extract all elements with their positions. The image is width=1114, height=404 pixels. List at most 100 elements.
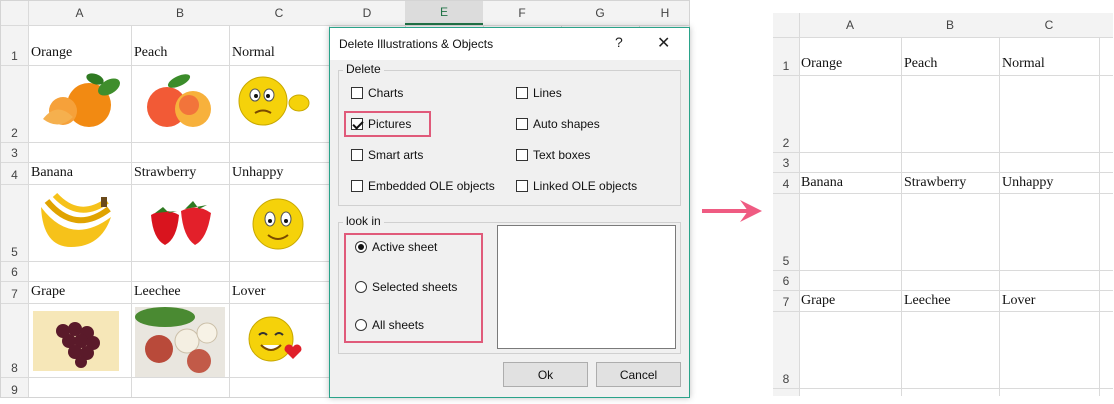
row-header-2[interactable]: 2 — [1, 65, 28, 142]
right-row-header-8[interactable]: 8 — [773, 311, 799, 388]
right-cell-c4[interactable]: Unhappy — [1002, 175, 1053, 191]
linked-ole-checkbox-box[interactable] — [516, 180, 528, 192]
right-column-header-a[interactable]: A — [799, 13, 901, 37]
charts-checkbox-box[interactable] — [351, 87, 363, 99]
embedded-ole-checkbox[interactable]: Embedded OLE objects — [351, 179, 495, 193]
row-header-6[interactable]: 6 — [1, 261, 28, 281]
lines-checkbox-box[interactable] — [516, 87, 528, 99]
cell-a7[interactable]: Grape — [31, 284, 65, 300]
right-cell-a1[interactable]: Orange — [801, 56, 842, 72]
leechee-picture[interactable] — [135, 307, 225, 377]
grape-picture[interactable] — [33, 311, 119, 371]
strawberry-picture[interactable] — [141, 197, 221, 249]
lover-smiley-picture[interactable] — [247, 315, 309, 369]
right-row-header-2[interactable]: 2 — [773, 75, 799, 152]
selected-sheets-radio-dot[interactable] — [355, 281, 367, 293]
cell-b7[interactable]: Leechee — [134, 284, 181, 300]
lines-checkbox[interactable]: Lines — [516, 86, 562, 100]
charts-label: Charts — [368, 86, 404, 100]
all-sheets-radio[interactable]: All sheets — [355, 318, 424, 332]
right-column-header-b[interactable]: B — [901, 13, 999, 37]
right-cell-b1[interactable]: Peach — [904, 56, 937, 72]
dialog-title-bar[interactable]: Delete Illustrations & Objects ? ✕ — [330, 28, 689, 60]
smart-arts-checkbox[interactable]: Smart arts — [351, 148, 423, 162]
row-header-4[interactable]: 4 — [1, 162, 28, 184]
column-header-d[interactable]: D — [329, 1, 405, 25]
column-header-b[interactable]: B — [131, 1, 229, 25]
cell-a1[interactable]: Orange — [31, 45, 72, 61]
row-header-1[interactable]: 1 — [1, 25, 28, 65]
result-arrow-icon — [702, 200, 762, 222]
right-cell-a7[interactable]: Grape — [801, 293, 835, 309]
column-header-c[interactable]: C — [229, 1, 329, 25]
right-row-header-4[interactable]: 4 — [773, 172, 799, 193]
auto-shapes-checkbox[interactable]: Auto shapes — [516, 117, 600, 131]
right-row-header-3[interactable]: 3 — [773, 152, 799, 172]
column-header-e[interactable]: E — [405, 1, 483, 25]
cell-c1[interactable]: Normal — [232, 45, 275, 61]
right-row-header-5[interactable]: 5 — [773, 193, 799, 270]
cell-b1[interactable]: Peach — [134, 45, 167, 61]
auto-shapes-label: Auto shapes — [533, 117, 600, 131]
embedded-ole-label: Embedded OLE objects — [368, 179, 495, 193]
ok-button[interactable]: Ok — [503, 362, 588, 387]
right-cell-c7[interactable]: Lover — [1002, 293, 1035, 309]
row-header-7[interactable]: 7 — [1, 281, 28, 303]
column-header-g[interactable]: G — [561, 1, 639, 25]
right-cell-b7[interactable]: Leechee — [904, 293, 951, 309]
active-sheet-radio-dot[interactable] — [355, 241, 367, 253]
cell-b4[interactable]: Strawberry — [134, 165, 196, 181]
cell-c7[interactable]: Lover — [232, 284, 265, 300]
right-cell-b4[interactable]: Strawberry — [904, 175, 966, 191]
close-icon[interactable]: ✕ — [657, 33, 670, 53]
selected-sheets-radio[interactable]: Selected sheets — [355, 280, 457, 294]
cancel-button[interactable]: Cancel — [596, 362, 681, 387]
auto-shapes-checkbox-box[interactable] — [516, 118, 528, 130]
text-boxes-checkbox[interactable]: Text boxes — [516, 148, 590, 162]
right-row-header-1[interactable]: 1 — [773, 37, 799, 75]
text-boxes-checkbox-box[interactable] — [516, 149, 528, 161]
delete-illustrations-dialog: Delete Illustrations & Objects ? ✕ Delet… — [329, 27, 690, 398]
text-boxes-label: Text boxes — [533, 148, 591, 162]
peach-picture[interactable] — [139, 69, 221, 133]
normal-smiley-picture[interactable] — [237, 73, 321, 129]
selected-sheets-label: Selected sheets — [372, 280, 458, 294]
all-sheets-label: All sheets — [372, 318, 425, 332]
unhappy-smiley-picture[interactable] — [251, 197, 305, 251]
row-header-3[interactable]: 3 — [1, 142, 28, 162]
active-sheet-label: Active sheet — [372, 240, 438, 254]
linked-ole-checkbox[interactable]: Linked OLE objects — [516, 179, 637, 193]
right-row-header-6[interactable]: 6 — [773, 270, 799, 290]
charts-checkbox[interactable]: Charts — [351, 86, 403, 100]
orange-picture[interactable] — [33, 67, 125, 135]
banana-picture[interactable] — [35, 187, 115, 251]
cell-c4[interactable]: Unhappy — [232, 165, 283, 181]
column-header-f[interactable]: F — [483, 1, 561, 25]
column-header-a[interactable]: A — [28, 1, 131, 25]
right-select-all-corner[interactable] — [773, 13, 799, 37]
right-row-header-7[interactable]: 7 — [773, 290, 799, 311]
select-all-corner[interactable] — [1, 1, 28, 25]
all-sheets-radio-dot[interactable] — [355, 319, 367, 331]
sheets-listbox[interactable] — [497, 225, 676, 349]
column-header-h[interactable]: H — [639, 1, 689, 25]
delete-group-label: Delete — [343, 62, 384, 76]
linked-ole-label: Linked OLE objects — [533, 179, 638, 193]
right-cell-c1[interactable]: Normal — [1002, 56, 1045, 72]
lines-label: Lines — [533, 86, 562, 100]
look-in-group-label: look in — [343, 214, 384, 228]
right-cell-a4[interactable]: Banana — [801, 175, 843, 191]
row-header-5[interactable]: 5 — [1, 184, 28, 261]
row-header-8[interactable]: 8 — [1, 303, 28, 377]
pictures-highlight — [344, 111, 431, 137]
right-column-header-c[interactable]: C — [999, 13, 1099, 37]
active-sheet-radio[interactable]: Active sheet — [355, 240, 437, 254]
embedded-ole-checkbox-box[interactable] — [351, 180, 363, 192]
row-header-9[interactable]: 9 — [1, 377, 28, 397]
smart-arts-label: Smart arts — [368, 148, 424, 162]
smart-arts-checkbox-box[interactable] — [351, 149, 363, 161]
right-worksheet: A B C 1 2 3 4 5 6 7 8 Orange Peach Norma… — [773, 13, 1113, 396]
cell-a4[interactable]: Banana — [31, 165, 73, 181]
dialog-title: Delete Illustrations & Objects — [339, 37, 494, 51]
help-icon[interactable]: ? — [615, 34, 623, 50]
